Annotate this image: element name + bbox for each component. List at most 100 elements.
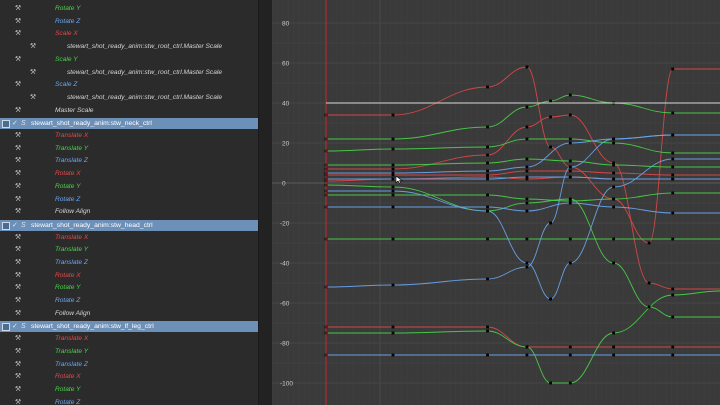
expand-collapse-icon[interactable] <box>2 221 10 230</box>
keyframe-marker[interactable] <box>647 305 651 309</box>
keyframe-marker[interactable] <box>486 153 489 157</box>
keyframe-marker[interactable] <box>568 165 572 169</box>
keyframe-marker[interactable] <box>612 141 616 145</box>
keyframe-marker[interactable] <box>568 141 572 145</box>
keyframe-marker[interactable] <box>612 137 616 141</box>
keyframe-marker[interactable] <box>525 105 529 109</box>
keyframe-marker[interactable] <box>391 147 395 151</box>
outliner-attribute-row[interactable]: ⚒ stewart_shot_ready_anim:stw_root_ctrl.M… <box>0 67 258 80</box>
keyframe-marker[interactable] <box>549 99 552 103</box>
keyframe-marker[interactable] <box>671 237 675 241</box>
keyframe-marker[interactable] <box>568 137 572 141</box>
keyframe-marker[interactable] <box>525 175 529 179</box>
visibility-check-icon[interactable]: ✓ <box>12 321 18 332</box>
keyframe-marker[interactable] <box>391 283 395 287</box>
outliner-attribute-row[interactable]: ⚒ Scale Z <box>0 79 258 92</box>
outliner-attribute-row[interactable]: ⚒ Rotate Z <box>0 397 258 405</box>
keyframe-marker[interactable] <box>612 237 616 241</box>
keyframe-marker[interactable] <box>549 381 552 385</box>
outliner-attribute-row[interactable]: ⚒ Translate Z <box>0 359 258 372</box>
keyframe-marker[interactable] <box>568 175 572 179</box>
outliner-attribute-row[interactable]: ⚒ Rotate Z <box>0 16 258 29</box>
keyframe-marker[interactable] <box>486 125 489 129</box>
keyframe-marker[interactable] <box>671 177 675 181</box>
keyframe-marker[interactable] <box>671 151 675 155</box>
keyframe-marker[interactable] <box>525 197 529 201</box>
keyframe-marker[interactable] <box>525 209 529 213</box>
outliner-graph-divider[interactable] <box>258 0 273 405</box>
outliner-attribute-row[interactable]: ⚒ Translate Y <box>0 244 258 257</box>
keyframe-marker[interactable] <box>525 201 529 205</box>
outliner-attribute-row[interactable]: ⚒ stewart_shot_ready_anim:stw_root_ctrl.M… <box>0 41 258 54</box>
keyframe-marker[interactable] <box>391 189 395 193</box>
keyframe-marker[interactable] <box>525 157 529 161</box>
keyframe-marker[interactable] <box>671 211 675 215</box>
keyframe-marker[interactable] <box>391 353 395 357</box>
keyframe-marker[interactable] <box>671 315 675 319</box>
outliner-attribute-row[interactable]: ⚒ Follow Align <box>0 206 258 219</box>
keyframe-marker[interactable] <box>568 345 572 349</box>
keyframe-marker[interactable] <box>612 197 616 201</box>
keyframe-marker[interactable] <box>568 261 572 265</box>
keyframe-marker[interactable] <box>671 67 675 71</box>
keyframe-marker[interactable] <box>525 237 529 241</box>
keyframe-marker[interactable] <box>612 353 616 357</box>
keyframe-marker[interactable] <box>525 165 529 169</box>
keyframe-marker[interactable] <box>612 171 616 175</box>
outliner-attribute-row[interactable]: ⚒ Scale X <box>0 28 258 41</box>
keyframe-marker[interactable] <box>612 185 616 189</box>
outliner-attribute-row[interactable]: ⚒ Translate Z <box>0 155 258 168</box>
keyframe-marker[interactable] <box>549 297 552 301</box>
outliner-attribute-row[interactable]: ⚒ stewart_shot_ready_anim:stw_root_ctrl.M… <box>0 92 258 105</box>
outliner-attribute-row[interactable]: ⚒ Rotate X <box>0 371 258 384</box>
keyframe-marker[interactable] <box>568 169 572 173</box>
keyframe-marker[interactable] <box>612 345 616 349</box>
keyframe-marker[interactable] <box>568 353 572 357</box>
keyframe-marker[interactable] <box>647 241 651 245</box>
keyframe-marker[interactable] <box>525 137 529 141</box>
keyframe-marker[interactable] <box>486 193 489 197</box>
keyframe-marker[interactable] <box>568 93 572 97</box>
keyframe-marker[interactable] <box>486 177 489 181</box>
keyframe-marker[interactable] <box>486 161 489 165</box>
keyframe-marker[interactable] <box>391 137 395 141</box>
graph-editor-outliner[interactable]: ⚒ Rotate Y ⚒ Rotate Z ⚒ Scale X ⚒ stewart_shot_… <box>0 0 258 405</box>
keyframe-marker[interactable] <box>671 165 675 169</box>
keyframe-marker[interactable] <box>568 113 572 117</box>
expand-collapse-icon[interactable] <box>2 120 10 129</box>
keyframe-marker[interactable] <box>486 205 489 209</box>
outliner-node-row[interactable]: ✓ Sstewart_shot_ready_anim:stw_lf_leg_ctr… <box>0 321 258 333</box>
keyframe-marker[interactable] <box>549 221 552 225</box>
keyframe-marker[interactable] <box>549 115 552 119</box>
visibility-check-icon[interactable]: ✓ <box>12 220 18 231</box>
outliner-attribute-row[interactable]: ⚒ Rotate Z <box>0 295 258 308</box>
outliner-attribute-row[interactable]: ⚒ Scale Y <box>0 54 258 67</box>
outliner-attribute-row[interactable]: ⚒ Translate Y <box>0 346 258 359</box>
outliner-attribute-row[interactable]: ⚒ Rotate Y <box>0 181 258 194</box>
keyframe-marker[interactable] <box>391 325 395 329</box>
keyframe-marker[interactable] <box>525 261 529 265</box>
keyframe-marker[interactable] <box>568 381 572 385</box>
keyframe-marker[interactable] <box>671 133 675 137</box>
outliner-attribute-row[interactable]: ⚒ Translate Y <box>0 143 258 156</box>
keyframe-marker[interactable] <box>391 177 395 181</box>
outliner-attribute-row[interactable]: ⚒ Rotate Y <box>0 3 258 16</box>
keyframe-marker[interactable] <box>671 173 675 177</box>
keyframe-marker[interactable] <box>568 159 572 163</box>
keyframe-marker[interactable] <box>612 205 616 209</box>
keyframe-marker[interactable] <box>486 169 489 173</box>
keyframe-marker[interactable] <box>486 325 489 329</box>
outliner-attribute-row[interactable]: ⚒ Translate Z <box>0 257 258 270</box>
keyframe-marker[interactable] <box>486 85 489 89</box>
keyframe-marker[interactable] <box>391 163 395 167</box>
keyframe-marker[interactable] <box>568 237 572 241</box>
outliner-node-row[interactable]: ✓ Sstewart_shot_ready_anim:stw_head_ctrl <box>0 219 258 231</box>
keyframe-marker[interactable] <box>525 125 529 129</box>
outliner-node-row[interactable]: ✓ Sstewart_shot_ready_anim:stw_neck_ctrl <box>0 118 258 130</box>
graph-editor-canvas[interactable]: 80 60 40 20 0 -20 -40 -60 -80 -100 <box>272 0 720 405</box>
keyframe-marker[interactable] <box>671 157 675 161</box>
keyframe-marker[interactable] <box>486 145 489 149</box>
keyframe-marker[interactable] <box>612 163 616 167</box>
keyframe-marker[interactable] <box>391 113 395 117</box>
keyframe-marker[interactable] <box>391 185 395 189</box>
